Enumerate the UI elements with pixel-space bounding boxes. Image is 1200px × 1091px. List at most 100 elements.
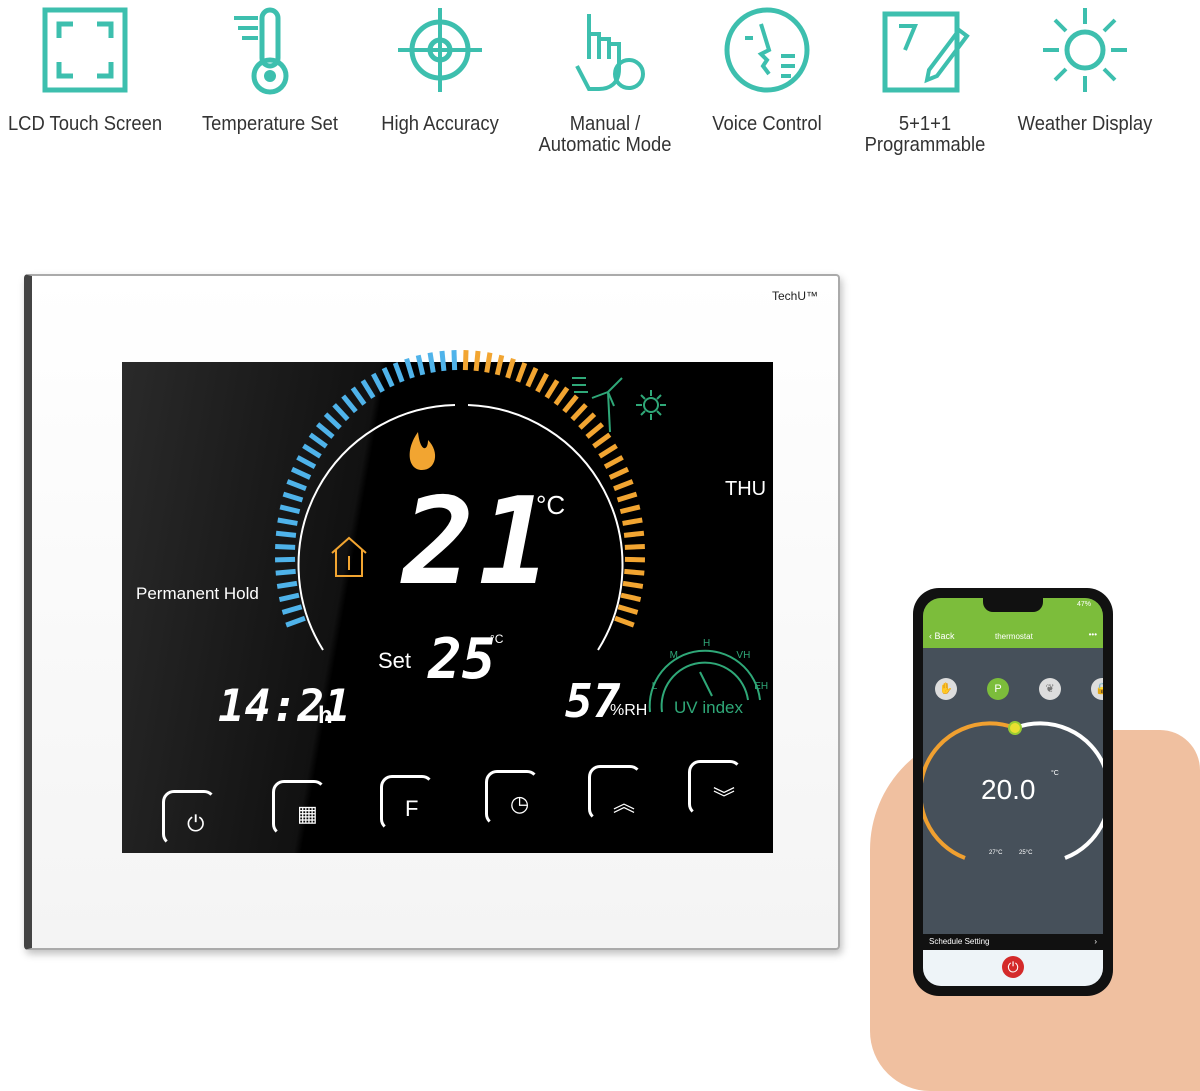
sun-icon (636, 390, 666, 420)
lock-icon[interactable]: 🔒 (1091, 678, 1103, 700)
gauge-tick (285, 615, 306, 628)
gauge-tick (473, 350, 481, 372)
gauge-tick (302, 443, 322, 459)
current-temperature: 21 (402, 473, 555, 612)
gauge-tick (341, 394, 358, 414)
gauge-tick (286, 479, 307, 491)
menu-icon: ▦ (297, 801, 318, 826)
gauge-tick (598, 443, 618, 459)
power-icon: ⏻ (187, 811, 205, 836)
more-button[interactable]: ••• (1089, 630, 1097, 639)
gauge-tick (614, 615, 635, 628)
gauge-tick (592, 432, 612, 449)
home-temp-icon (331, 536, 367, 577)
gauge-tick (296, 455, 317, 469)
floor-temp: 25°C (1019, 850, 1033, 856)
gauge-tick (371, 372, 385, 393)
gauge-tick (603, 455, 624, 469)
eco-leaf-icon[interactable]: ❦ (1039, 678, 1061, 700)
humidity-unit: %RH (610, 702, 648, 719)
touch-button-clock[interactable]: ◷ (485, 770, 539, 826)
smartphone: 47% ‹ Back thermostat ••• ✋ P ❦ 🔒 20.0 °… (913, 588, 1113, 996)
gauge-tick (619, 504, 641, 515)
touch-button-menu[interactable]: ▦ (272, 780, 326, 836)
gauge-tick (624, 568, 645, 576)
battery-status: 47% (1076, 601, 1091, 608)
gauge-tick (275, 530, 297, 538)
indoor-temp: 27°C (989, 850, 1003, 856)
gauge-tick (585, 422, 605, 439)
gauge-tick (381, 367, 395, 388)
gauge-tick (544, 379, 560, 399)
gauge-tick (622, 517, 643, 526)
gauge-tick (282, 491, 304, 503)
gauge-tick (620, 592, 642, 602)
gauge-tick (276, 580, 298, 589)
touch-button-up[interactable]: ︽ (588, 765, 642, 821)
program-icon[interactable]: P (987, 678, 1009, 700)
gauge-tick (279, 504, 301, 515)
touch-button-power[interactable]: ⏻ (162, 790, 216, 846)
gauge-tick (484, 352, 493, 373)
day-label: THU (725, 478, 767, 500)
uv-scale-label: EH (754, 680, 769, 692)
clock-icon: ◷ (510, 791, 530, 816)
uv-scale-label: L (651, 680, 658, 692)
gauge-tick (617, 604, 639, 615)
app-temperature: 20.0 (981, 774, 1036, 805)
gauge-tick (275, 568, 296, 576)
set-label: Set (378, 648, 412, 673)
gauge-tick (360, 379, 376, 399)
gauge-tick (415, 354, 426, 376)
back-label: Back (934, 631, 955, 641)
gauge-tick (275, 544, 296, 550)
gauge-tick (613, 479, 634, 491)
uv-scale: L M H VH EH (648, 628, 768, 708)
gauge-tick (622, 580, 644, 589)
gauge-tick (562, 394, 579, 414)
down-icon: ︾ (713, 786, 736, 811)
gauge-tick (462, 350, 469, 371)
touch-button-down[interactable]: ︾ (688, 760, 742, 816)
back-button[interactable]: ‹ Back (929, 631, 955, 641)
gauge-tick (277, 517, 298, 526)
f-icon: F (405, 796, 419, 821)
gauge-tick (308, 432, 328, 449)
gauge-tick (623, 530, 645, 538)
uv-scale-label: H (703, 638, 711, 649)
touch-button-f[interactable]: F (380, 775, 434, 831)
gauge-tick (451, 350, 458, 371)
dial-handle[interactable] (1008, 721, 1022, 735)
gauge-tick (290, 466, 312, 480)
notch (983, 598, 1043, 612)
chevron-right-icon: › (1094, 937, 1097, 946)
current-temp-unit: °C (536, 490, 566, 520)
schedule-setting-row[interactable]: Schedule Setting › (923, 934, 1103, 950)
set-temp-unit: °C (490, 632, 504, 646)
gauge-tick (578, 412, 597, 430)
gauge-tick (624, 544, 645, 550)
gauge-tick (616, 491, 638, 503)
uv-scale-label: M (669, 650, 678, 662)
gauge-tick (315, 422, 335, 439)
uv-scale-label: VH (736, 650, 751, 662)
flame-icon (409, 432, 436, 470)
power-button[interactable]: ⏻ (1002, 956, 1024, 978)
set-temperature: 25 (428, 627, 496, 692)
manual-hand-icon[interactable]: ✋ (935, 678, 957, 700)
gauge-tick (525, 367, 539, 388)
gauge-tick (427, 352, 436, 373)
gauge-tick (553, 386, 570, 406)
app-temp-unit: °C (1051, 770, 1059, 777)
gauge-tick (392, 362, 405, 383)
gauge-tick (570, 403, 588, 422)
app-title: thermostat (995, 632, 1033, 641)
mode-icons: ✋ P ❦ 🔒 (935, 678, 1103, 700)
mode-label: Permanent Hold (136, 584, 259, 603)
up-icon: ︽ (613, 791, 636, 816)
gauge-tick (494, 354, 505, 376)
gauge-tick (404, 358, 415, 379)
gauge-tick (439, 350, 447, 372)
gauge-tick (535, 372, 549, 393)
app-screen: 47% ‹ Back thermostat ••• ✋ P ❦ 🔒 20.0 °… (923, 598, 1103, 986)
